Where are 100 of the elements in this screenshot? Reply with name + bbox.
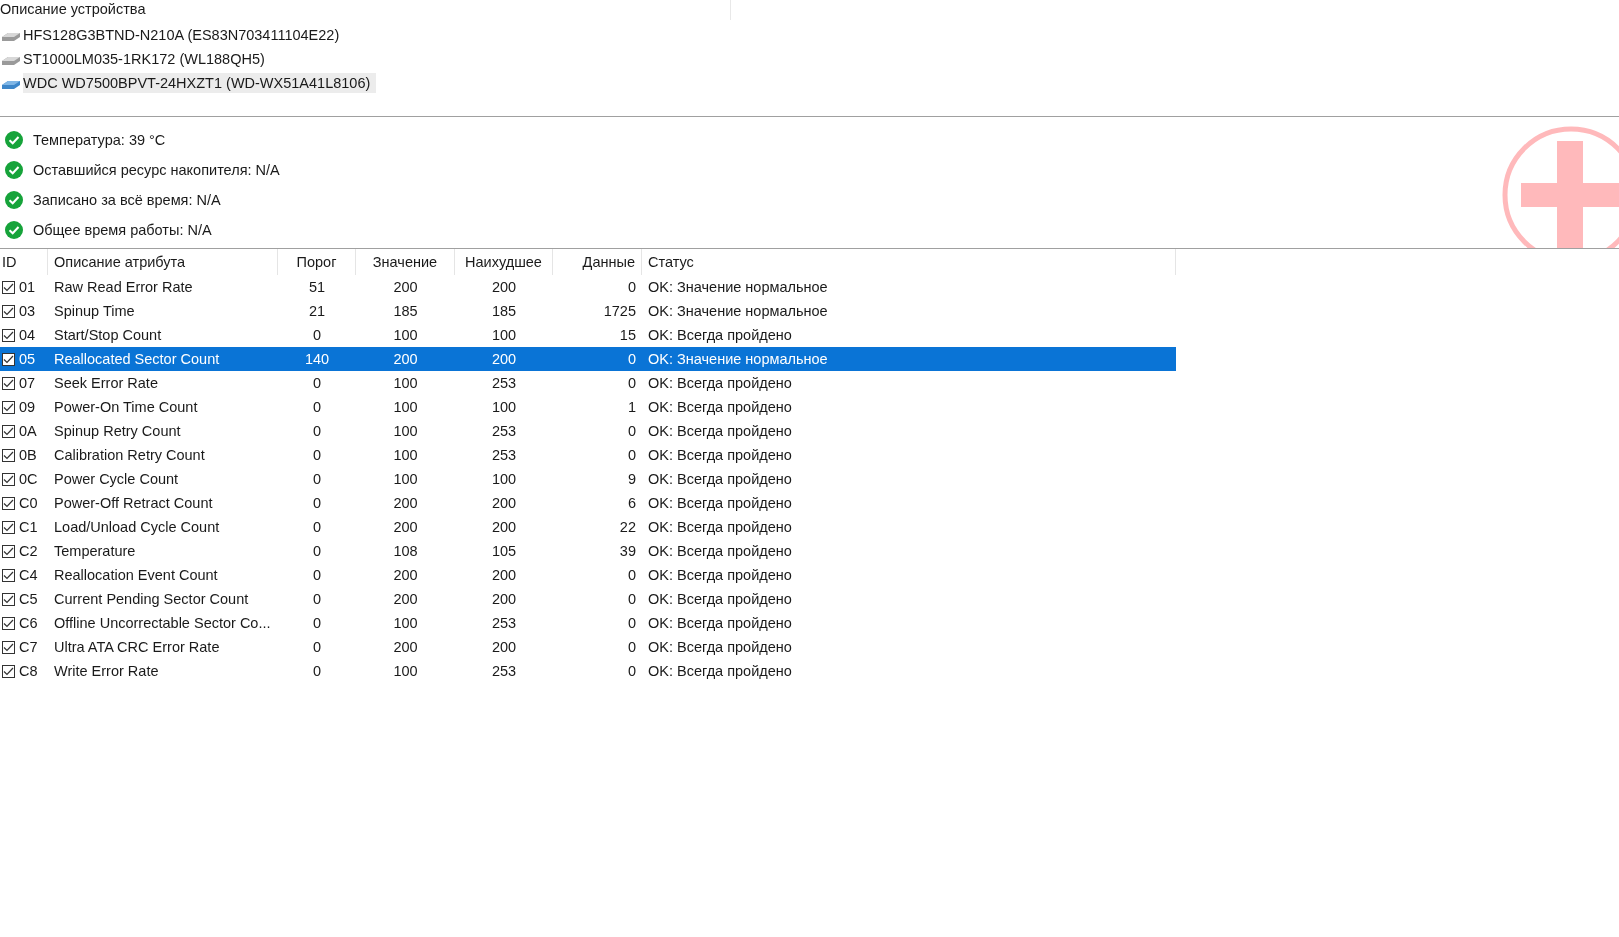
column-header[interactable]: Статус (642, 249, 1176, 275)
table-cell-text: 200 (392, 518, 419, 537)
table-cell-text: OK: Всегда пройдено (647, 446, 793, 465)
table-cell-text: 185 (392, 302, 419, 321)
table-row[interactable]: 04 Start/Stop Count 0 100 100 15 OK: Всегда пройдено (0, 323, 1176, 347)
table-row[interactable]: C2 Temperature 0 108 105 39 OK: Всегда пройдено (0, 539, 1176, 563)
table-row[interactable]: C1 Load/Unload Cycle Count 0 200 200 22 OK: Всегда пройдено (0, 515, 1176, 539)
checkmark-icon (3, 642, 14, 652)
table-cell-text: OK: Всегда пройдено (647, 470, 793, 489)
table-cell-text: 0 (626, 278, 637, 297)
table-cell-text: Current Pending Sector Count (53, 590, 250, 609)
table-row[interactable]: C6 Offline Uncorrectable Sector Co... 0 100 253 0 OK: Всегда пройдено (0, 611, 1176, 635)
checkbox[interactable] (2, 424, 15, 438)
table-row[interactable]: 05 Reallocated Sector Count 140 200 200 0 OK: Значение нормальное (0, 347, 1176, 371)
table-cell-text: 200 (490, 638, 518, 657)
table-row[interactable]: 07 Seek Error Rate 0 100 253 0 OK: Всегда пройдено (0, 371, 1176, 395)
checkbox[interactable] (2, 328, 15, 342)
checkmark-icon (3, 378, 14, 388)
table-cell-text: 185 (490, 302, 518, 321)
table-cell-text: OK: Всегда пройдено (647, 590, 793, 609)
table-cell-text: 200 (392, 350, 419, 369)
table-cell-text: OK: Всегда пройдено (647, 422, 793, 441)
table-cell-text: OK: Всегда пройдено (647, 614, 793, 633)
table-cell-text: C8 (19, 662, 38, 681)
table-cell-text: 253 (490, 662, 518, 681)
column-header[interactable]: ID (0, 249, 48, 275)
table-cell-text: 0 (311, 446, 323, 465)
table-cell-text: 100 (392, 326, 419, 345)
checkbox[interactable] (2, 640, 15, 654)
table-cell-text: Ultra ATA CRC Error Rate (53, 638, 221, 657)
column-header[interactable]: Описание атрибута (48, 249, 278, 275)
table-cell-text: OK: Значение нормальное (647, 278, 829, 297)
table-row[interactable]: 01 Raw Read Error Rate 51 200 200 0 OK: Значение нормальное (0, 275, 1176, 299)
table-cell-text: OK: Всегда пройдено (647, 374, 793, 393)
checkbox[interactable] (2, 496, 15, 510)
table-cell-text: 0 (626, 566, 637, 585)
table-cell-text: 1725 (602, 302, 637, 321)
table-cell-text: 21 (307, 302, 327, 321)
checkbox[interactable] (2, 568, 15, 582)
column-header[interactable]: Значение (356, 249, 455, 275)
checkbox[interactable] (2, 520, 15, 534)
column-header[interactable]: Порог (278, 249, 356, 275)
table-cell-text: 200 (490, 590, 518, 609)
column-header[interactable]: Описание устройства (0, 0, 731, 20)
table-row[interactable]: C0 Power-Off Retract Count 0 200 200 6 OK: Всегда пройдено (0, 491, 1176, 515)
table-cell-text: 39 (618, 542, 637, 561)
checkbox[interactable] (2, 376, 15, 390)
table-cell-text: OK: Всегда пройдено (647, 638, 793, 657)
table-row[interactable]: C7 Ultra ATA CRC Error Rate 0 200 200 0 OK: Всегда пройдено (0, 635, 1176, 659)
column-header[interactable]: Наихудшее (455, 249, 553, 275)
checkbox[interactable] (2, 616, 15, 630)
checkbox[interactable] (2, 448, 15, 462)
column-header[interactable]: Данные (553, 249, 642, 275)
table-cell-text: 0 (626, 662, 637, 681)
table-cell-text: OK: Всегда пройдено (647, 662, 793, 681)
check-circle-icon (5, 191, 23, 209)
checkbox[interactable] (2, 664, 15, 678)
table-row[interactable]: 0C Power Cycle Count 0 100 100 9 OK: Всегда пройдено (0, 467, 1176, 491)
checkbox[interactable] (2, 352, 15, 366)
summary-text: Оставшийся ресурс накопителя: N/A (33, 162, 280, 178)
table-cell-text: 9 (626, 470, 637, 489)
table-cell-text: C6 (19, 614, 38, 633)
table-row[interactable]: 09 Power-On Time Count 0 100 100 1 OK: Всегда пройдено (0, 395, 1176, 419)
table-row[interactable]: 0A Spinup Retry Count 0 100 253 0 OK: Всегда пройдено (0, 419, 1176, 443)
table-cell-text: 0A (19, 422, 37, 441)
table-cell-text: 0 (311, 518, 323, 537)
checkbox[interactable] (2, 472, 15, 486)
table-cell-text: 0 (311, 662, 323, 681)
table-cell-text: OK: Всегда пройдено (647, 518, 793, 537)
checkbox[interactable] (2, 400, 15, 414)
table-cell-text: 01 (19, 278, 36, 297)
checkbox[interactable] (2, 280, 15, 294)
table-cell-text: 0 (311, 638, 323, 657)
checkbox[interactable] (2, 304, 15, 318)
checkbox[interactable] (2, 544, 15, 558)
checkmark-icon (3, 498, 14, 508)
table-cell-text: 105 (490, 542, 518, 561)
table-cell-text: 100 (490, 470, 518, 489)
device-item[interactable]: ST1000LM035-1RK172 (WL188QH5) (23, 49, 271, 69)
table-row[interactable]: C4 Reallocation Event Count 0 200 200 0 OK: Всегда пройдено (0, 563, 1176, 587)
table-cell-text: Write Error Rate (53, 662, 160, 681)
table-cell-text: 100 (392, 422, 419, 441)
table-row[interactable]: 0B Calibration Retry Count 0 100 253 0 OK: Всегда пройдено (0, 443, 1176, 467)
table-cell-text: 0 (626, 374, 637, 393)
summary-text: Общее время работы: N/A (33, 222, 212, 238)
table-row[interactable]: C5 Current Pending Sector Count 0 200 200 0 OK: Всегда пройдено (0, 587, 1176, 611)
table-cell-text: 0 (626, 638, 637, 657)
device-item[interactable]: WDC WD7500BPVT-24HXZT1 (WD-WX51A41L8106) (23, 73, 377, 93)
table-cell-text: 05 (19, 350, 36, 369)
checkbox[interactable] (2, 592, 15, 606)
table-cell-text: 09 (19, 398, 36, 417)
table-cell-text: 140 (303, 350, 331, 369)
table-cell-text: 100 (392, 614, 419, 633)
table-row[interactable]: 03 Spinup Time 21 185 185 1725 OK: Значение нормальное (0, 299, 1176, 323)
table-row[interactable]: C8 Write Error Rate 0 100 253 0 OK: Всегда пройдено (0, 659, 1176, 683)
table-cell-text: Spinup Time (53, 302, 136, 321)
table-cell-text: 0 (311, 398, 323, 417)
device-item[interactable]: HFS128G3BTND-N210A (ES83N703411104E22) (23, 25, 346, 45)
table-cell-text: 0 (311, 326, 323, 345)
table-cell-text: 0C (19, 470, 38, 489)
